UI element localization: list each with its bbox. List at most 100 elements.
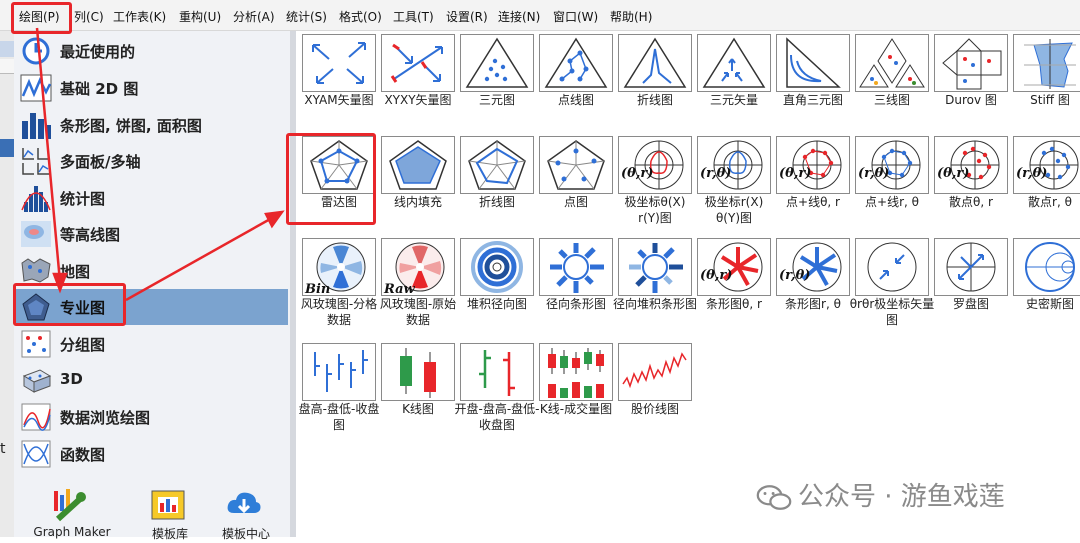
line-chart-icon: [20, 74, 52, 102]
histogram-icon: [21, 186, 51, 212]
gallery-tile-polar-theta-x[interactable]: (θ,r) 极坐标θ(X) r(Y)图: [616, 136, 694, 246]
tile-label: 点线图: [557, 93, 594, 107]
sidebar-item-multipanel[interactable]: 多面板/多轴: [16, 143, 288, 179]
tile-label: 条形图θ, r: [706, 297, 762, 311]
strip-tab: [0, 139, 14, 157]
tile-label: 点图: [563, 195, 588, 209]
gallery-tile-stiff[interactable]: Stiff 图: [1011, 34, 1080, 144]
sidebar-item-label: 地图: [60, 263, 91, 281]
gallery-tile-wind-rose-raw[interactable]: Raw 风玫瑰图-原始数据: [379, 238, 457, 348]
menu-analysis[interactable]: 分析(A): [233, 8, 275, 25]
menu-format[interactable]: 格式(O): [339, 8, 382, 25]
watermark: 公众号 · 游鱼戏莲: [756, 476, 1005, 513]
template-library-button[interactable]: 模板库: [134, 483, 206, 543]
theta-r-text: (θ,r): [621, 166, 653, 181]
menu-reconstruct[interactable]: 重构(U): [179, 8, 221, 25]
tile-label: 三线图: [873, 93, 910, 107]
gallery-tile-scatter-theta-r[interactable]: (θ,r) 散点θ, r: [932, 136, 1010, 246]
sidebar-item-label: 统计图: [60, 190, 106, 208]
template-center-button[interactable]: 模板中心: [210, 483, 282, 543]
menu-help[interactable]: 帮助(H): [610, 8, 652, 25]
clock-icon: [22, 37, 50, 65]
gallery-tile-ternary-line[interactable]: 折线图: [616, 34, 694, 144]
ternary-vector-icon: [697, 34, 771, 92]
gallery-tile-compass[interactable]: 罗盘图: [932, 238, 1010, 348]
sidebar-item-3d[interactable]: 3D: [16, 362, 288, 398]
gallery-tile-polar-r-x[interactable]: (r,θ) 极坐标r(X) θ(Y)图: [695, 136, 773, 246]
gallery-tile-smith[interactable]: 史密斯图: [1011, 238, 1080, 348]
highlight-box-plot-menu: [11, 2, 72, 34]
gallery-tile-stacked-radial[interactable]: 堆积径向图: [458, 238, 536, 348]
menu-statistics[interactable]: 统计(S): [286, 8, 327, 25]
gallery-tile-wind-rose-binned[interactable]: Bin 风玫瑰图-分格数据: [300, 238, 378, 348]
gallery-tile-radial-bar[interactable]: 径向条形图: [537, 238, 615, 348]
tile-label: 径向堆积条形图: [612, 297, 697, 311]
gallery-tile-bar-theta-r[interactable]: (θ,r) 条形图θ, r: [695, 238, 773, 348]
tile-label: 极坐标r(X) θ(Y)图: [704, 195, 764, 225]
gallery-tile-radial-stacked-bar[interactable]: 径向堆积条形图: [613, 238, 697, 348]
tile-label: 三元图: [478, 93, 515, 107]
gallery-tile-ohlc[interactable]: 开盘-盘高-盘低-收盘图: [455, 343, 540, 453]
tile-label: 风玫瑰图-分格数据: [300, 297, 378, 327]
tile-label: 点+线θ, r: [786, 195, 840, 209]
ternary-icon: [460, 34, 534, 92]
sidebar-item-statistics[interactable]: 统计图: [16, 180, 288, 216]
gallery-tile-right-ternary[interactable]: 直角三元图: [774, 34, 852, 144]
gallery-tile-ternary-vector[interactable]: 三元矢量: [695, 34, 773, 144]
graph-maker-icon: [54, 489, 86, 522]
gallery-tile-radar-dot[interactable]: 点图: [537, 136, 615, 246]
gallery-tile-xyam-vector[interactable]: XYAM矢量图: [300, 34, 378, 144]
gallery-tile-polar-vector[interactable]: θrθr极坐标矢量图: [850, 238, 934, 348]
raw-text: Raw: [383, 282, 416, 296]
grouped-plot-icon: [21, 330, 51, 358]
menu-bar: 绘图(P) 列(C) 工作表(K) 重构(U) 分析(A) 统计(S) 格式(O…: [0, 0, 1080, 31]
gallery-tile-candlestick[interactable]: K线图: [379, 343, 457, 453]
gallery-tile-scatter-r-theta[interactable]: (r,θ) 散点r, θ: [1011, 136, 1080, 246]
gallery-tile-candlestick-volume[interactable]: K线-成交量图: [537, 343, 615, 453]
gallery-tile-hlc[interactable]: 盘高-盘低-收盘图: [299, 343, 379, 453]
sidebar-item-basic-2d[interactable]: 基础 2D 图: [16, 70, 288, 106]
gallery-tile-dot-line-r-theta[interactable]: (r,θ) 点+线r, θ: [853, 136, 931, 246]
gallery-tile-dot-line-theta-r[interactable]: (θ,r) 点+线θ, r: [774, 136, 852, 246]
menu-window[interactable]: 窗口(W): [553, 8, 598, 25]
gallery-tile-ternary[interactable]: 三元图: [458, 34, 536, 144]
tile-label: 径向条形图: [545, 297, 606, 311]
tile-label: 折线图: [636, 93, 673, 107]
gallery-tile-dot-line[interactable]: 点线图: [537, 34, 615, 144]
tile-label: 开盘-盘高-盘低-收盘图: [454, 402, 540, 432]
tile-label: XYXY矢量图: [384, 93, 452, 107]
gallery-tile-bar-r-theta[interactable]: (r,θ) 条形图r, θ: [774, 238, 852, 348]
polar-bar-r-theta-icon: (r,θ): [776, 238, 850, 296]
menu-settings[interactable]: 设置(R): [446, 8, 488, 25]
gallery-tile-stock-line[interactable]: 股价线图: [616, 343, 694, 453]
menu-column[interactable]: 列(C): [74, 8, 104, 25]
graph-maker-button[interactable]: Graph Maker: [33, 483, 111, 543]
high-low-close-icon: [302, 343, 376, 401]
sidebar-item-label: 函数图: [60, 446, 106, 464]
polar-bar-theta-r-icon: (θ,r): [697, 238, 771, 296]
sidebar-item-contour[interactable]: 等高线图: [16, 216, 288, 252]
wind-rose-raw-icon: Raw: [381, 238, 455, 296]
sidebar-item-recent[interactable]: 最近使用的: [16, 33, 288, 69]
radar-fill-icon: [381, 136, 455, 194]
tile-label: 散点r, θ: [1028, 195, 1072, 209]
gallery-tile-piper[interactable]: 三线图: [853, 34, 931, 144]
wind-rose-binned-icon: Bin: [302, 238, 376, 296]
sidebar-item-grouped[interactable]: 分组图: [16, 326, 288, 362]
sidebar-item-function[interactable]: 函数图: [16, 436, 288, 472]
menu-tools[interactable]: 工具(T): [393, 8, 434, 25]
menu-worksheet[interactable]: 工作表(K): [113, 8, 166, 25]
tile-label: 风玫瑰图-原始数据: [379, 297, 457, 327]
gallery-tile-durov[interactable]: Durov 图: [932, 34, 1010, 144]
gallery-tile-radar-line[interactable]: 折线图: [458, 136, 536, 246]
gallery-tile-line-fill[interactable]: 线内填充: [379, 136, 457, 246]
gallery-tile-xyxy-vector[interactable]: XYXY矢量图: [379, 34, 457, 144]
menu-connect[interactable]: 连接(N): [498, 8, 540, 25]
data-explore-icon: [21, 403, 51, 431]
polar-theta-r-icon: (θ,r): [618, 136, 692, 194]
radial-bar-icon: [539, 238, 613, 296]
sidebar-item-data-explore[interactable]: 数据浏览绘图: [16, 399, 288, 435]
contour-icon: [21, 221, 51, 247]
sidebar-item-label: 多面板/多轴: [60, 153, 141, 171]
sidebar-item-bar-pie-area[interactable]: 条形图, 饼图, 面积图: [16, 107, 288, 143]
